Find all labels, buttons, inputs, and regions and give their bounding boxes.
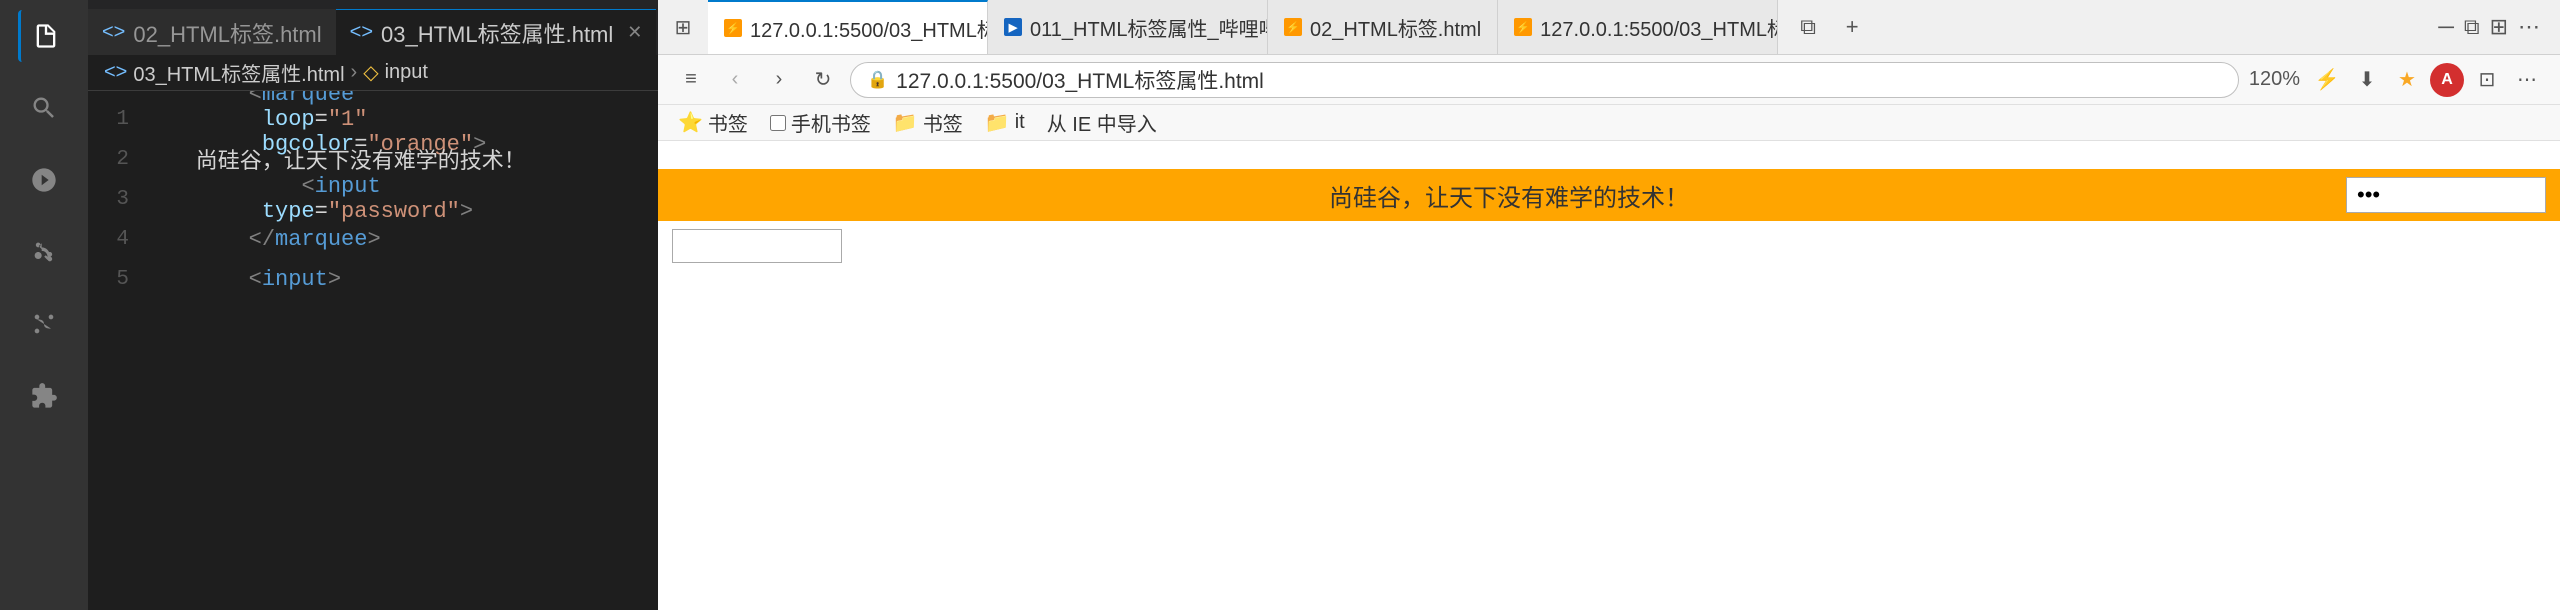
sidebar [0,0,88,610]
extensions-icon[interactable] [18,370,70,422]
tab-03-html[interactable]: <> 03_HTML标签属性.html ✕ [336,9,657,55]
browser-content: 尚硅谷，让天下没有难学的技术！ [658,141,2560,610]
breadcrumb-file: 03_HTML标签属性.html [133,58,344,87]
address-url: 127.0.0.1:5500/03_HTML标签属性.html [896,65,1264,95]
breadcrumb-section-icon: ◇ [363,60,378,85]
browser-tab-1-favicon: ⚡ [724,19,742,37]
tab-03-icon: <> [350,21,373,44]
browser-tab-1-label: 127.0.0.1:5500/03_HTML标签… [750,14,988,43]
breadcrumb-icon: <> [104,61,127,84]
windows-icon[interactable]: ⊞ [2490,14,2508,40]
address-bar[interactable]: 🔒 127.0.0.1:5500/03_HTML标签属性.html [850,62,2239,98]
bookmarks-bar: ⭐ 书签 手机书签 📁 书签 📁 it 从 IE 中导入 [658,105,2560,141]
nav-star-icon[interactable]: ★ [2390,63,2424,97]
password-input[interactable] [2346,177,2546,213]
bookmark-folder-2-icon: 📁 [985,110,1010,135]
bookmark-mobile[interactable]: 手机书签 [764,106,877,139]
browser-tab-1[interactable]: ⚡ 127.0.0.1:5500/03_HTML标签… ✕ [708,0,988,54]
bookmark-star-icon: ⭐ [678,110,703,135]
bookmark-mobile-label: 手机书签 [791,108,871,137]
zoom-indicator: 120% [2249,68,2300,91]
restore-icon[interactable]: ⧉ [1790,9,1826,45]
bookmark-folder-2-label: it [1015,111,1025,134]
nav-right-icons: ⚡ ⬇ ★ A ⊡ ⋯ [2310,63,2544,97]
address-lock-icon: 🔒 [867,70,888,90]
tab-02-icon: <> [102,21,125,44]
marquee-strip: 尚硅谷，让天下没有难学的技术！ [658,169,2560,221]
line-num-2: 2 [88,148,143,171]
files-icon[interactable] [18,10,70,62]
browser-tab-2-favicon: ▶ [1004,18,1022,36]
line-num-1: 1 [88,108,143,131]
source-control-icon[interactable] [18,226,70,278]
bookmark-bookmarks-label: 书签 [708,108,748,137]
code-editor[interactable]: 1 <marquee loop="1" bgcolor="orange"> 2 … [88,91,658,610]
lightning-icon[interactable]: ⚡ [2310,63,2344,97]
maximize-icon[interactable]: ⧉ [2464,14,2480,40]
bookmark-mobile-checkbox[interactable] [770,115,786,131]
browser-tab-3[interactable]: ⚡ 02_HTML标签.html [1268,0,1498,54]
browser-nav-bar: ≡ ‹ › ↻ 🔒 127.0.0.1:5500/03_HTML标签属性.htm… [658,55,2560,105]
code-line-1: 1 <marquee loop="1" bgcolor="orange"> [88,99,658,139]
plain-input[interactable] [672,229,842,263]
bookmark-folder-1[interactable]: 📁 书签 [887,106,969,139]
browser-tab-2-label: 011_HTML标签属性_哔哩哔哩_b… [1030,13,1268,42]
editor-tab-bar: <> 02_HTML标签.html <> 03_HTML标签属性.html ✕ [88,0,658,55]
minimize-icon[interactable]: ─ [2438,14,2454,40]
tab-02-html[interactable]: <> 02_HTML标签.html [88,9,336,55]
more-icon[interactable]: ⋯ [2518,14,2540,40]
plain-input-wrapper [672,229,842,263]
bookmark-ie-label: 从 IE 中导入 [1047,108,1157,137]
nav-refresh-button[interactable]: ↻ [806,63,840,97]
browser-tab-3-label: 02_HTML标签.html [1310,13,1481,42]
breadcrumb: <> 03_HTML标签属性.html › ◇ input [88,55,658,91]
bookmark-bookmarks[interactable]: ⭐ 书签 [672,106,754,139]
browser-tab-4-favicon: ⚡ [1514,18,1532,36]
bookmark-import-ie[interactable]: 从 IE 中导入 [1041,106,1163,139]
tab-03-close[interactable]: ✕ [627,22,642,43]
tab-02-label: 02_HTML标签.html [133,17,321,49]
line-num-4: 4 [88,228,143,251]
marquee-text: 尚硅谷，让天下没有难学的技术！ [672,178,2346,213]
tab-03-label: 03_HTML标签属性.html [381,17,613,49]
debug-icon[interactable] [18,154,70,206]
nav-profile-icon[interactable]: A [2430,63,2464,97]
bookmark-folder-1-icon: 📁 [893,110,918,135]
spacer [1882,0,2438,54]
editor-area: <> 02_HTML标签.html <> 03_HTML标签属性.html ✕ … [88,0,658,610]
browser-tab-2[interactable]: ▶ 011_HTML标签属性_哔哩哔哩_b… [988,0,1268,54]
browser-tab-bar: ⊞ ⚡ 127.0.0.1:5500/03_HTML标签… ✕ ▶ 011_HT… [658,0,2560,55]
nav-collections-icon[interactable]: ⊡ [2470,63,2504,97]
breadcrumb-section: input [385,61,428,84]
nav-more-icon[interactable]: ⋯ [2510,63,2544,97]
bookmark-folder-1-label: 书签 [923,108,963,137]
window-controls: ─ ⧉ ⊞ ⋯ [2438,0,2560,54]
browser-area: ⊞ ⚡ 127.0.0.1:5500/03_HTML标签… ✕ ▶ 011_HT… [658,0,2560,610]
browser-tab-actions: ⧉ + [1778,0,1882,54]
bookmark-folder-2[interactable]: 📁 it [979,108,1031,137]
nav-download-icon[interactable]: ⬇ [2350,63,2384,97]
browser-sidebar-icon[interactable]: ⊞ [658,0,708,54]
browser-tab-4-label: 127.0.0.1:5500/03_HTML标签… [1540,13,1778,42]
breadcrumb-sep: › [351,61,358,84]
nav-back-button[interactable]: ‹ [718,63,752,97]
nav-chevron-left[interactable]: ≡ [674,63,708,97]
line-num-3: 3 [88,188,143,211]
new-tab-icon[interactable]: + [1834,9,1870,45]
line-num-5: 5 [88,268,143,291]
search-icon[interactable] [18,82,70,134]
browser-tab-3-favicon: ⚡ [1284,18,1302,36]
nav-forward-button[interactable]: › [762,63,796,97]
git-branch-icon[interactable] [18,298,70,350]
browser-tab-4[interactable]: ⚡ 127.0.0.1:5500/03_HTML标签… [1498,0,1778,54]
line-content-5: <input> [143,242,341,317]
